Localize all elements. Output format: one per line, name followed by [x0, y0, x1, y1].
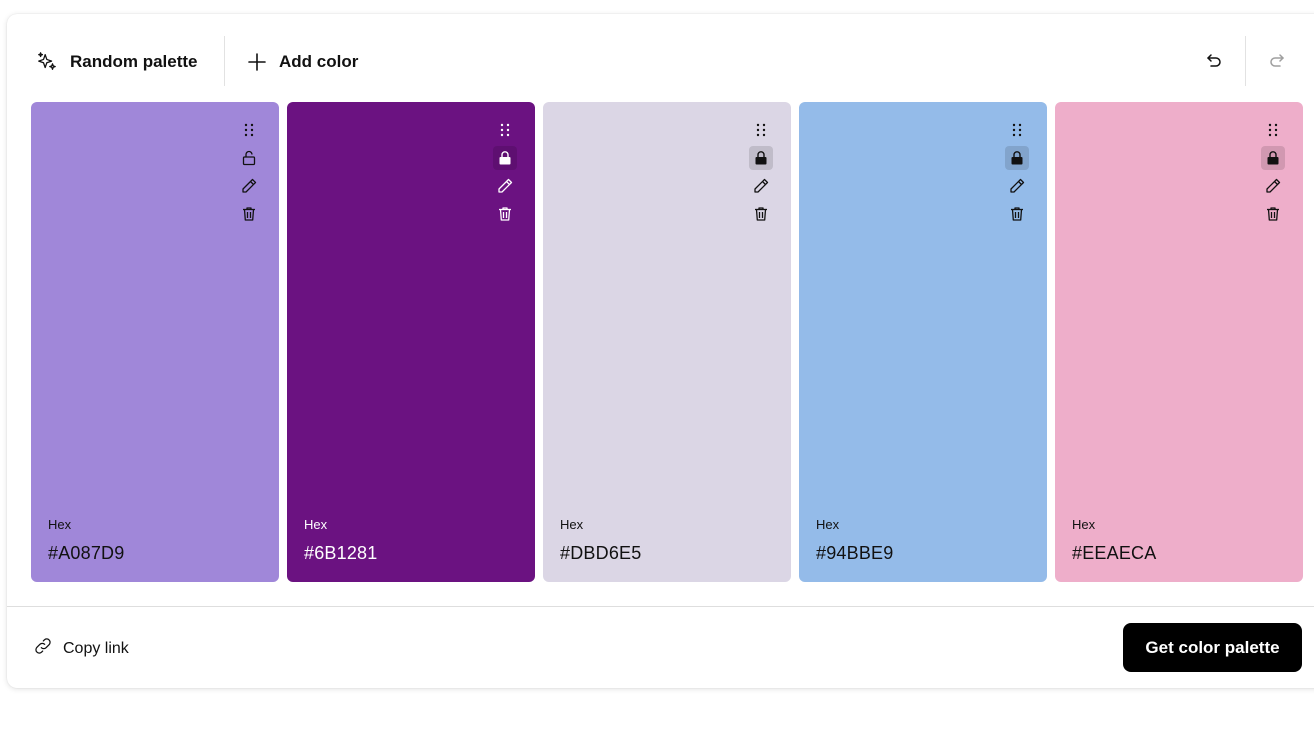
trash-icon[interactable]: [1005, 202, 1029, 226]
get-color-palette-button[interactable]: Get color palette: [1123, 623, 1302, 672]
swatch-tools: [1261, 118, 1285, 226]
lock-icon[interactable]: [749, 146, 773, 170]
hex-label: Hex: [816, 517, 840, 532]
drag-handle-icon[interactable]: [1261, 118, 1285, 142]
hex-label: Hex: [48, 517, 72, 532]
swatch-tools: [237, 118, 261, 226]
trash-icon[interactable]: [1261, 202, 1285, 226]
undo-icon[interactable]: [1201, 49, 1225, 73]
swatch-tools: [493, 118, 517, 226]
copy-link-label: Copy link: [63, 639, 129, 657]
trash-icon[interactable]: [749, 202, 773, 226]
color-swatch[interactable]: Hex #DBD6E5: [543, 102, 791, 582]
hex-value[interactable]: #A087D9: [48, 543, 124, 564]
footer-divider: [7, 606, 1314, 607]
plus-icon: [247, 52, 267, 72]
unlock-icon[interactable]: [237, 146, 261, 170]
hex-value[interactable]: #DBD6E5: [560, 543, 641, 564]
toolbar: Random palette Add color: [7, 14, 1314, 102]
link-icon: [33, 636, 53, 661]
color-swatch[interactable]: Hex #A087D9: [31, 102, 279, 582]
drag-handle-icon[interactable]: [749, 118, 773, 142]
hex-value[interactable]: #6B1281: [304, 543, 377, 564]
hex-label: Hex: [304, 517, 328, 532]
swatch-tools: [749, 118, 773, 226]
toolbar-divider: [224, 36, 225, 86]
palette-generator-card: Random palette Add color Hex #A087D9 Hex #6…: [7, 14, 1314, 688]
pencil-icon[interactable]: [749, 174, 773, 198]
random-palette-label: Random palette: [70, 52, 198, 71]
drag-handle-icon[interactable]: [237, 118, 261, 142]
drag-handle-icon[interactable]: [493, 118, 517, 142]
lock-icon[interactable]: [493, 146, 517, 170]
swatch-row: Hex #A087D9 Hex #6B1281 Hex #DBD6E5 Hex #94BBE9…: [31, 102, 1314, 582]
pencil-icon[interactable]: [1005, 174, 1029, 198]
copy-link-button[interactable]: Copy link: [33, 636, 129, 661]
trash-icon[interactable]: [237, 202, 261, 226]
color-swatch[interactable]: Hex #6B1281: [287, 102, 535, 582]
drag-handle-icon[interactable]: [1005, 118, 1029, 142]
color-swatch[interactable]: Hex #EEAECA: [1055, 102, 1303, 582]
swatch-tools: [1005, 118, 1029, 226]
random-palette-button[interactable]: Random palette: [36, 42, 198, 82]
add-color-button[interactable]: Add color: [247, 42, 358, 82]
trash-icon[interactable]: [493, 202, 517, 226]
redo-icon[interactable]: [1266, 49, 1290, 73]
toolbar-divider: [1245, 36, 1246, 86]
hex-value[interactable]: #EEAECA: [1072, 543, 1156, 564]
hex-value[interactable]: #94BBE9: [816, 543, 893, 564]
lock-icon[interactable]: [1005, 146, 1029, 170]
sparkle-icon: [36, 51, 58, 73]
pencil-icon[interactable]: [493, 174, 517, 198]
pencil-icon[interactable]: [237, 174, 261, 198]
hex-label: Hex: [560, 517, 584, 532]
pencil-icon[interactable]: [1261, 174, 1285, 198]
lock-icon[interactable]: [1261, 146, 1285, 170]
color-swatch[interactable]: Hex #94BBE9: [799, 102, 1047, 582]
add-color-label: Add color: [279, 52, 359, 71]
hex-label: Hex: [1072, 517, 1096, 532]
